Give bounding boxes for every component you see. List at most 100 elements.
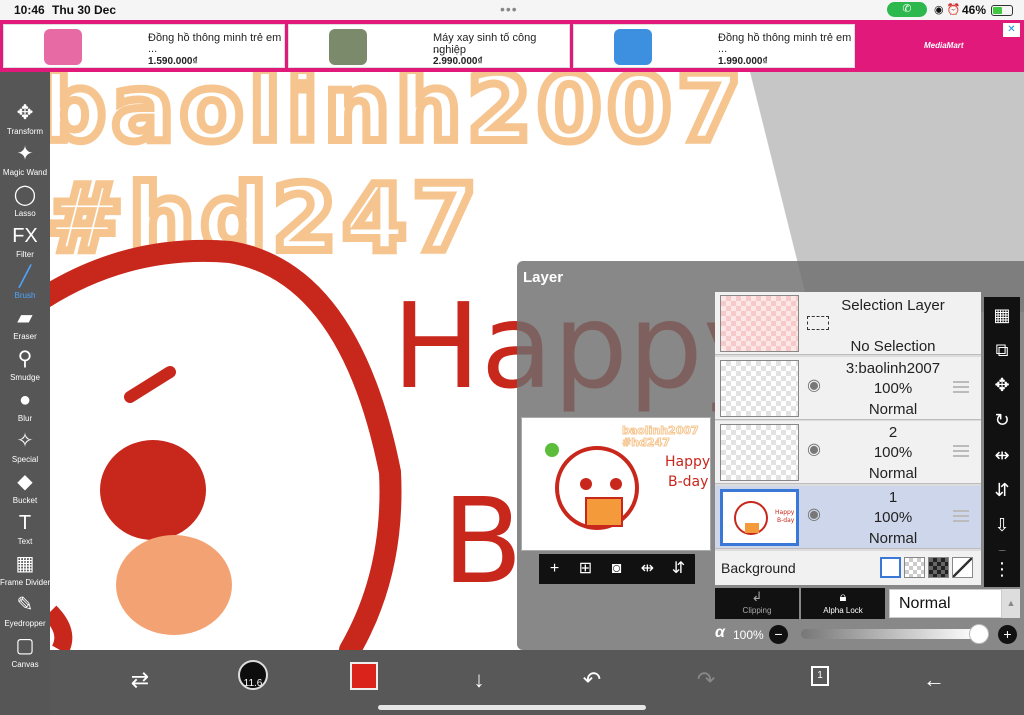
brush-size-button[interactable]: 11.6	[238, 660, 268, 690]
layer-name: 3:baolinh2007	[845, 360, 941, 377]
tool-label: Canvas	[11, 660, 39, 669]
layer-row-selection[interactable]: Selection Layer No Selection	[715, 292, 981, 355]
flip-vertical-icon[interactable]: ⇵	[984, 472, 1020, 508]
layer-opacity: 100%	[873, 444, 913, 461]
quick-transform-icon[interactable]: ⇄	[120, 660, 160, 700]
tool-lasso[interactable]: ◯ Lasso	[0, 182, 50, 223]
tool-frame-divider[interactable]: ▦ Frame Divider	[0, 551, 50, 592]
layer-row[interactable]: ◉ 2 100% Normal	[715, 421, 981, 484]
alpha-decrease-icon[interactable]: −	[769, 625, 788, 644]
fx-icon: FX	[12, 225, 38, 247]
battery-percentage: 46%	[962, 3, 987, 17]
home-indicator[interactable]	[378, 705, 646, 710]
back-arrow-icon[interactable]: ←	[914, 660, 954, 700]
layer-thumbnail: Happy B-day	[720, 489, 799, 546]
frame-divider-icon: ▦	[15, 553, 35, 575]
ad-title: Đồng hồ thông minh trẻ em	[148, 32, 282, 44]
tool-magic-wand[interactable]: ✦ Magic Wand	[0, 141, 50, 182]
background-row[interactable]: Background	[715, 551, 981, 585]
chevron-up-icon[interactable]: ▲	[1002, 589, 1020, 618]
ad-price: 1.990.000₫	[718, 56, 768, 67]
layer-detail: No Selection	[850, 338, 936, 355]
layer-name: 2	[888, 424, 898, 441]
pages-button[interactable]: 1	[811, 666, 829, 686]
clipping-button[interactable]: ↲ Clipping	[715, 588, 799, 619]
background-dark-checker-option[interactable]	[928, 557, 949, 578]
battery-icon	[991, 5, 1013, 16]
ad-title: Máy xay sinh tố công nghiệp	[433, 32, 537, 56]
background-light-checker-option[interactable]	[904, 557, 925, 578]
more-icon[interactable]: ⋮	[984, 551, 1020, 587]
multitask-dots-icon[interactable]: •••	[500, 1, 518, 17]
special-brush-icon: ✧	[16, 430, 34, 452]
tool-label: Special	[11, 455, 39, 464]
tool-text[interactable]: T Text	[0, 510, 50, 551]
redo-icon[interactable]: ↷	[686, 660, 726, 700]
character-eye	[100, 440, 206, 540]
tool-eraser[interactable]: ▰ Eraser	[0, 305, 50, 346]
tool-label: Filter	[16, 250, 34, 259]
layer-row-selected[interactable]: Happy B-day ◉ 1 100% Normal	[715, 486, 981, 549]
clipping-label: Clipping	[742, 606, 772, 615]
tool-blur[interactable]: ● Blur	[0, 387, 50, 428]
alpha-slider-track[interactable]	[801, 629, 977, 639]
tool-filter[interactable]: FX Filter	[0, 223, 50, 264]
flip-vertical-icon[interactable]: ⇵	[663, 554, 694, 584]
tool-transform[interactable]: ✥ Transform	[0, 100, 50, 141]
download-icon[interactable]: ⇩	[984, 507, 1020, 543]
layer-name: Selection Layer	[841, 297, 945, 314]
alpha-slider-knob[interactable]	[969, 624, 989, 644]
camera-icon[interactable]: ◙	[601, 554, 632, 584]
flip-horizontal-icon[interactable]: ⇹	[632, 554, 663, 584]
download-arrow-icon[interactable]: ↓	[459, 660, 499, 700]
blend-mode-select[interactable]: Normal	[889, 589, 1002, 618]
layer-name: 1	[888, 489, 898, 506]
merge-icon[interactable]: ⧉	[984, 332, 1020, 368]
drag-handle-icon[interactable]	[953, 510, 969, 522]
tool-special[interactable]: ✧ Special	[0, 428, 50, 469]
canvas-greeting-b: B	[442, 472, 523, 610]
ad-card[interactable]: Đồng hồ thông minh trẻ em ... 1.990.000₫	[573, 24, 855, 68]
move-icon[interactable]: ✥	[984, 367, 1020, 403]
undo-icon[interactable]: ↶	[572, 660, 612, 700]
flip-horizontal-icon[interactable]: ⇹	[984, 437, 1020, 473]
ad-banner[interactable]: Đồng hồ thông minh trẻ em ... 1.590.000₫…	[0, 20, 1024, 72]
tool-brush[interactable]: ╱ Brush	[0, 264, 50, 305]
layer-thumbnail-artwork: Happy B-day	[723, 492, 796, 543]
tool-label: Smudge	[10, 373, 40, 382]
tool-bucket[interactable]: ◆ Bucket	[0, 469, 50, 510]
duplicate-layer-icon[interactable]: ⊞	[570, 554, 601, 584]
checkerboard-icon[interactable]: ▦	[984, 297, 1020, 333]
eye-icon[interactable]: ◉	[807, 442, 829, 458]
phone-icon[interactable]: ✆	[887, 2, 927, 17]
tool-eyedropper[interactable]: ✎ Eyedropper	[0, 592, 50, 633]
layer-row[interactable]: ◉ 3:baolinh2007 100% Normal	[715, 357, 981, 420]
color-swatch-button[interactable]	[350, 662, 378, 690]
alpha-increase-icon[interactable]: +	[998, 625, 1017, 644]
tool-canvas[interactable]: ▢ Canvas	[0, 633, 50, 674]
drag-handle-icon[interactable]	[953, 381, 969, 393]
preview-leaf	[545, 443, 559, 457]
background-label: Background	[721, 560, 796, 576]
layer-thumbnail	[720, 424, 799, 481]
layer-panel-title: Layer	[523, 269, 564, 286]
canvas-preview[interactable]: baolinh2007 #hd247 Happy B-day	[521, 417, 711, 551]
add-layer-icon[interactable]: +	[539, 554, 570, 584]
clipping-icon: ↲	[751, 589, 763, 604]
eye-icon[interactable]: ◉	[807, 378, 829, 394]
background-none-option[interactable]	[952, 557, 973, 578]
tool-smudge[interactable]: ⚲ Smudge	[0, 346, 50, 387]
preview-artwork: baolinh2007 #hd247 Happy B-day	[545, 424, 710, 530]
layer-opacity: 100%	[873, 380, 913, 397]
drag-handle-icon[interactable]	[953, 445, 969, 457]
ad-card[interactable]: Máy xay sinh tố công nghiệp ... 2.990.00…	[288, 24, 570, 68]
tool-label: Magic Wand	[2, 168, 48, 177]
background-white-option[interactable]	[880, 557, 901, 578]
status-time: 10:46	[14, 3, 45, 17]
ad-close-icon[interactable]: ✕	[1003, 23, 1020, 37]
rotate-icon[interactable]: ↻	[984, 402, 1020, 438]
tool-label: Bucket	[12, 496, 38, 505]
alpha-lock-button[interactable]: 🔒︎ Alpha Lock	[801, 588, 885, 619]
ad-card[interactable]: Đồng hồ thông minh trẻ em ... 1.590.000₫	[3, 24, 285, 68]
eye-icon[interactable]: ◉	[807, 507, 829, 523]
